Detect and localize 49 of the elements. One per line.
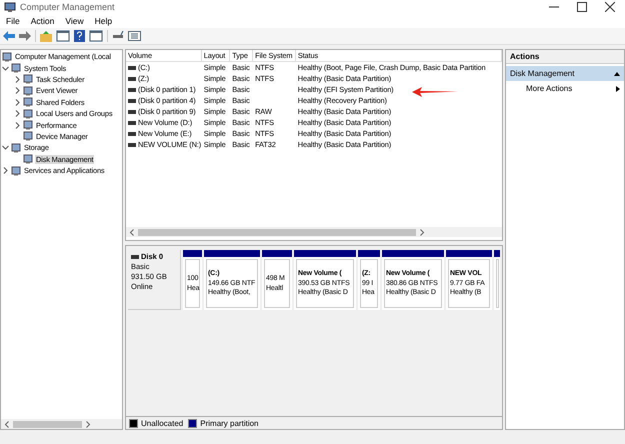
node-icon [23, 108, 33, 119]
legend-label: Unallocated [141, 418, 184, 428]
scroll-right-icon[interactable] [85, 420, 91, 428]
collapsed-chevron-icon[interactable] [14, 76, 21, 83]
scroll-left-icon[interactable] [129, 228, 135, 236]
collapsed-chevron-icon[interactable] [14, 122, 21, 129]
node-icon [2, 52, 12, 62]
actions-header: Actions [506, 50, 624, 64]
close-icon[interactable] [605, 2, 615, 12]
action-item[interactable]: More Actions [506, 81, 624, 96]
actions-section[interactable]: Disk Management [506, 66, 624, 81]
forward-arrow-icon[interactable] [19, 31, 31, 41]
window-title: Computer Management [20, 2, 115, 12]
back-arrow-icon[interactable] [3, 31, 15, 41]
node-icon [23, 120, 33, 130]
folder-icon[interactable] [40, 30, 52, 42]
node-icon [11, 142, 21, 153]
node-icon [23, 86, 33, 96]
list-icon[interactable] [128, 31, 141, 41]
menu-item[interactable]: Help [94, 16, 112, 26]
menu-item[interactable]: File [6, 16, 20, 26]
node-icon [23, 74, 33, 84]
scroll-left-icon[interactable] [4, 420, 10, 428]
collapsed-chevron-icon[interactable] [14, 87, 21, 94]
expanded-chevron-icon[interactable] [2, 144, 9, 152]
collapse-triangle-icon [614, 72, 620, 76]
legend-label: Primary partition [200, 418, 258, 428]
menu-item[interactable]: Action [30, 16, 54, 26]
help-icon[interactable] [74, 30, 85, 42]
node-icon [11, 63, 21, 74]
partition-block[interactable] [494, 250, 500, 310]
window-icon[interactable] [89, 30, 103, 42]
scroll-right-icon[interactable] [418, 228, 424, 236]
node-icon [23, 131, 33, 142]
node-icon [11, 166, 21, 176]
scrollbar-thumb[interactable] [13, 420, 82, 428]
collapsed-chevron-icon[interactable] [14, 98, 21, 106]
collapsed-chevron-icon[interactable] [2, 167, 9, 174]
node-icon [23, 97, 33, 108]
window-icon[interactable] [56, 30, 70, 42]
menu-item[interactable]: View [65, 16, 84, 26]
computer-icon [4, 2, 16, 12]
scrollbar-thumb[interactable] [138, 228, 416, 236]
drive-icon[interactable] [112, 31, 124, 41]
submenu-triangle-icon [616, 86, 620, 92]
collapsed-chevron-icon[interactable] [14, 110, 21, 118]
expanded-chevron-icon[interactable] [2, 64, 9, 72]
node-icon [23, 154, 33, 164]
maximize-icon[interactable] [577, 2, 587, 12]
